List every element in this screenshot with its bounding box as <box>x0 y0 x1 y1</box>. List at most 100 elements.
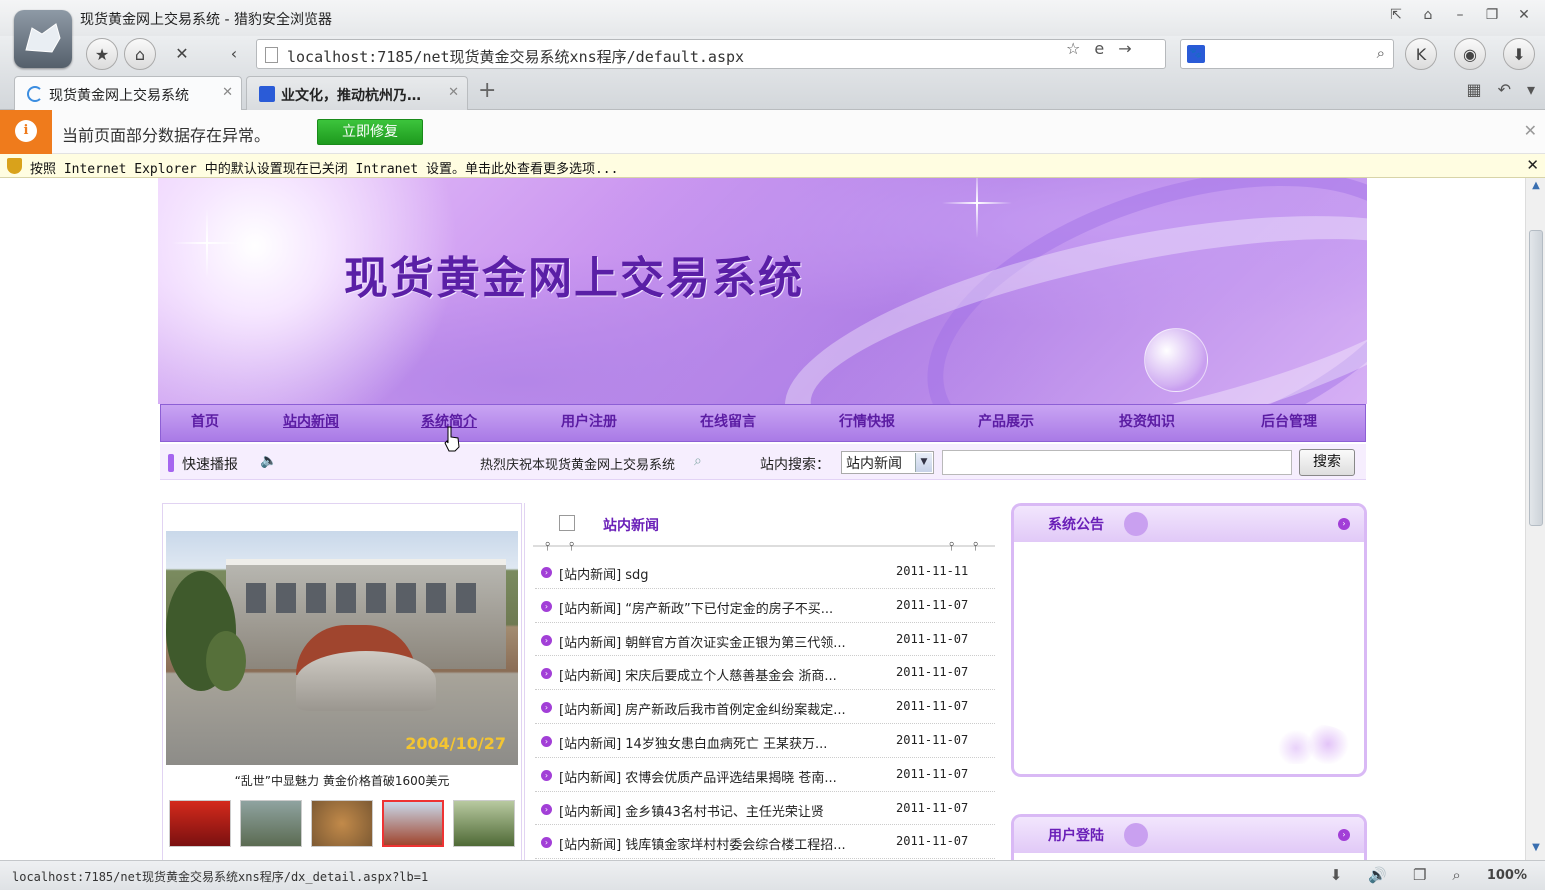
go-arrow-icon[interactable]: → <box>1118 39 1131 58</box>
volume-icon[interactable]: 🔊 <box>1368 866 1387 884</box>
menu-admin[interactable]: 后台管理 <box>1213 405 1365 441</box>
more-arrow-icon[interactable]: › <box>1338 829 1350 841</box>
restore-button[interactable]: ❐ <box>1481 4 1503 26</box>
shirt-icon[interactable]: ⌂ <box>1417 4 1439 26</box>
status-url: localhost:7185/net现货黄金交易系统xns程序/dx_detai… <box>12 870 429 884</box>
news-item[interactable]: › [站内新闻] 朝鲜官方首次证实金正银为第三代领... 2011-11-07 <box>535 623 995 657</box>
account-k-icon[interactable]: K <box>1405 38 1437 70</box>
ticker-text[interactable]: 热烈庆祝本现货黄金网上交易系统 <box>480 454 680 473</box>
thumbnail-5[interactable] <box>453 800 515 847</box>
close-tab-icon[interactable]: ✕ <box>222 85 233 100</box>
dropdown-icon[interactable]: ▾ <box>1527 80 1535 99</box>
bullet-arrow-icon: › <box>541 668 552 680</box>
photo-caption[interactable]: “乱世”中显魅力 黄金价格首破1600美元 <box>163 772 521 789</box>
pin-icon[interactable]: ⇱ <box>1385 4 1407 26</box>
thumbnail-1[interactable] <box>169 800 231 847</box>
search-engine-icon[interactable]: 🐾 <box>1187 45 1205 63</box>
window-icon[interactable]: ❐ <box>1413 866 1426 884</box>
news-item-title[interactable]: [站内新闻] 房产新政后我市首例定金纠纷案裁定... <box>559 699 879 718</box>
home-icon[interactable]: ⌂ <box>124 38 156 70</box>
site-banner: 现货黄金网上交易系统 <box>158 178 1367 404</box>
hand-cursor-icon <box>444 426 460 452</box>
navigation-bar: ★ ⌂ ✕ ‹ localhost:7185/net现货黄金交易系统xns程序/… <box>0 36 1545 72</box>
ticker-marker <box>168 454 174 472</box>
news-item[interactable]: › [站内新闻] 金乡镇43名村书记、主任光荣让贤 2011-11-07 <box>535 792 995 826</box>
news-item[interactable]: › [站内新闻] 宋庆后要成立个人慈善基金会 浙商... 2011-11-07 <box>535 656 995 691</box>
bullet-arrow-icon: › <box>541 567 552 578</box>
search-scope-select[interactable]: 站内新闻 ▼ <box>841 451 934 474</box>
news-item-title[interactable]: [站内新闻] 宋庆后要成立个人慈善基金会 浙商... <box>559 665 879 684</box>
security-shield-icon <box>7 158 22 174</box>
menu-market-news[interactable]: 行情快报 <box>803 405 931 441</box>
pin-icon: ⫯ <box>545 539 551 553</box>
close-window-button[interactable]: ✕ <box>1513 4 1535 26</box>
site-search-input[interactable] <box>942 450 1292 475</box>
thumbnail-4[interactable] <box>382 800 444 847</box>
scroll-down-icon[interactable]: ▼ <box>1528 842 1544 858</box>
menu-site-news[interactable]: 站内新闻 <box>249 405 373 441</box>
news-item-title[interactable]: [站内新闻] 朝鲜官方首次证实金正银为第三代领... <box>559 632 879 651</box>
system-notice-box: 系统公告 › <box>1011 503 1367 777</box>
tab-culture-news[interactable]: 业文化，推动杭州乃… ✕ <box>246 76 468 110</box>
close-warning-icon[interactable]: ✕ <box>1524 121 1537 140</box>
shield-icon[interactable]: ◉ <box>1454 38 1486 70</box>
bullet-arrow-icon: › <box>541 634 552 646</box>
search-icon[interactable]: ⌕ <box>1377 44 1385 62</box>
close-tab-icon[interactable]: ✕ <box>448 85 459 100</box>
menu-register[interactable]: 用户注册 <box>525 405 653 441</box>
vertical-scrollbar[interactable]: ▲ ▼ <box>1525 178 1545 860</box>
news-item[interactable]: › [站内新闻] “房产新政”下已付定金的房子不买... 2011-11-07 <box>535 589 995 623</box>
scroll-up-icon[interactable]: ▲ <box>1528 180 1544 196</box>
search-box[interactable]: 🐾 ⌕ <box>1180 39 1394 69</box>
zoom-icon[interactable]: ⌕ <box>1452 866 1460 884</box>
menu-home[interactable]: 首页 <box>161 405 249 441</box>
news-item-title[interactable]: [站内新闻] 14岁独女患白血病死亡 王某获万... <box>559 733 879 752</box>
download-arrow-icon[interactable]: ⬇ <box>1330 866 1343 884</box>
tab-label: 业文化，推动杭州乃… <box>281 88 421 104</box>
site-search-button[interactable]: 搜索 <box>1299 449 1355 476</box>
undo-close-icon[interactable]: ↶ <box>1498 80 1511 99</box>
more-arrow-icon[interactable]: › <box>1338 518 1350 530</box>
news-item[interactable]: › [站内新闻] sdg 2011-11-11 <box>535 555 995 589</box>
address-bar[interactable]: localhost:7185/net现货黄金交易系统xns程序/default.… <box>256 39 1166 69</box>
page-icon <box>265 47 278 63</box>
close-notice-icon[interactable]: ✕ <box>1526 156 1539 174</box>
thumbnail-2[interactable] <box>240 800 302 847</box>
menu-investment[interactable]: 投资知识 <box>1081 405 1213 441</box>
ie-notice-bar[interactable]: 按照 Internet Explorer 中的默认设置现在已关闭 Intrane… <box>0 154 1545 178</box>
tab-label: 现货黄金网上交易系统 <box>49 88 189 104</box>
download-icon[interactable]: ⬇ <box>1503 38 1535 70</box>
chevron-down-icon[interactable]: ▼ <box>915 453 932 472</box>
news-item[interactable]: › [站内新闻] 农博会优质产品评选结果揭晓 苍南... 2011-11-07 <box>535 758 995 792</box>
bookmark-star-icon[interactable]: ☆ <box>1066 39 1080 58</box>
news-item[interactable]: › [站内新闻] 房产新政后我市首例定金纠纷案裁定... 2011-11-07 <box>535 690 995 724</box>
scroll-thumb[interactable] <box>1529 230 1543 526</box>
news-item[interactable]: › [站内新闻] 14岁独女患白血病死亡 王某获万... 2011-11-07 <box>535 724 995 758</box>
grid-view-icon[interactable]: ▦ <box>1466 80 1481 99</box>
browser-logo-icon[interactable] <box>14 10 72 68</box>
news-item-title[interactable]: [站内新闻] sdg <box>559 564 879 583</box>
bullet-arrow-icon: › <box>541 769 552 781</box>
news-item-title[interactable]: [站内新闻] 金乡镇43名村书记、主任光荣让贤 <box>559 801 879 820</box>
ie-notice-text[interactable]: 按照 Internet Explorer 中的默认设置现在已关闭 Intrane… <box>30 158 618 177</box>
featured-photo[interactable]: 2004/10/27 <box>166 531 518 765</box>
back-icon[interactable]: ‹ <box>218 38 250 70</box>
news-item-title[interactable]: [站内新闻] 农博会优质产品评选结果揭晓 苍南... <box>559 767 879 786</box>
tab-gold-system[interactable]: 现货黄金网上交易系统 ✕ <box>14 76 242 110</box>
zoom-level[interactable]: 100% <box>1487 868 1527 883</box>
favorites-star-icon[interactable]: ★ <box>86 38 118 70</box>
minimize-button[interactable]: – <box>1449 4 1471 26</box>
ie-mode-icon[interactable]: e <box>1094 39 1104 58</box>
stop-icon[interactable]: ✕ <box>166 38 198 70</box>
news-item-title[interactable]: [站内新闻] 钱库镇金家垟村村委会综合楼工程招... <box>559 834 879 853</box>
news-item-date: 2011-11-07 <box>896 834 969 849</box>
news-item-title[interactable]: [站内新闻] “房产新政”下已付定金的房子不买... <box>559 598 879 617</box>
menu-guestbook[interactable]: 在线留言 <box>653 405 803 441</box>
address-url[interactable]: localhost:7185/net现货黄金交易系统xns程序/default.… <box>287 46 744 67</box>
menu-products[interactable]: 产品展示 <box>931 405 1081 441</box>
new-tab-button[interactable]: + <box>478 78 496 103</box>
news-item-date: 2011-11-07 <box>896 699 969 714</box>
news-item[interactable]: › [站内新闻] 钱库镇金家垟村村委会综合楼工程招... 2011-11-07 <box>535 825 995 860</box>
thumbnail-3[interactable] <box>311 800 373 847</box>
fix-now-button[interactable]: 立即修复 <box>317 119 423 145</box>
